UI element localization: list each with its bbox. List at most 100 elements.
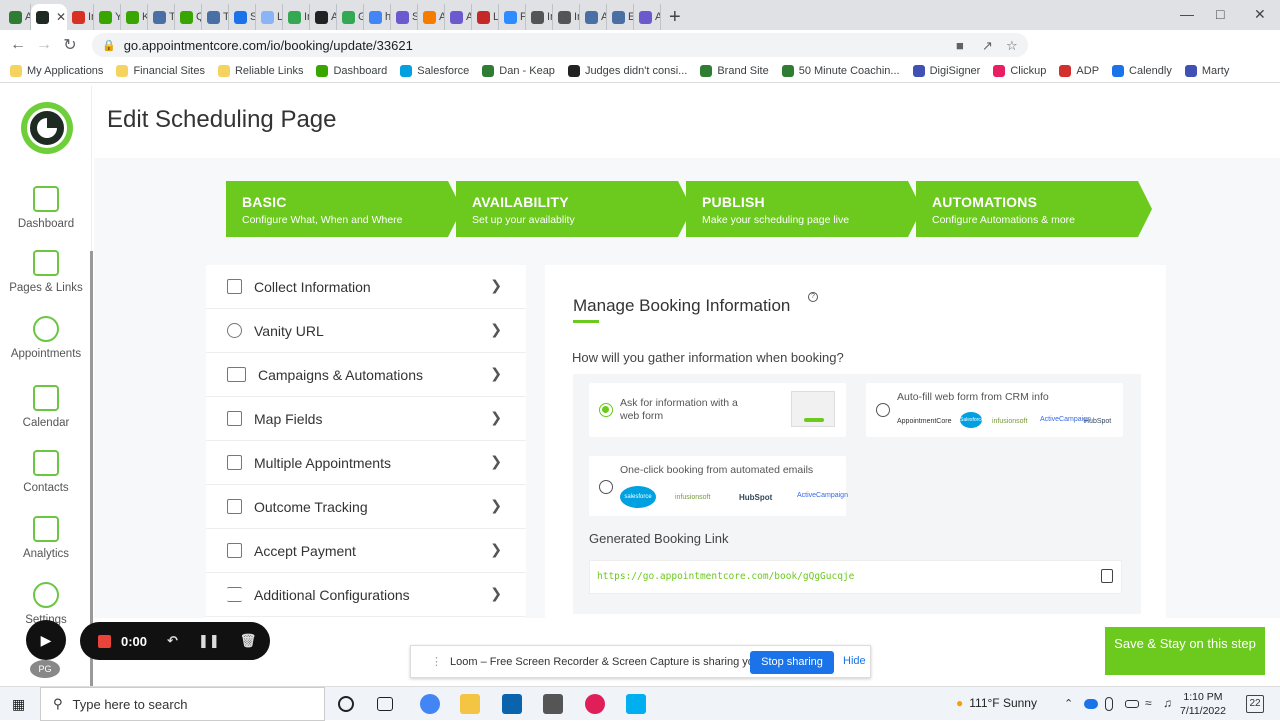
- browser-tab[interactable]: Ar: [418, 4, 445, 30]
- bookmark-item[interactable]: My Applications: [10, 64, 103, 77]
- sidebar-item-calendar[interactable]: Calendar: [0, 385, 92, 429]
- bookmark-item[interactable]: Dashboard: [316, 64, 387, 77]
- radio-crm-autofill[interactable]: [876, 403, 890, 417]
- menu-item-outcome-tracking[interactable]: Outcome Tracking ❯: [206, 485, 526, 529]
- menu-item-multiple-appointments[interactable]: Multiple Appointments ❯: [206, 441, 526, 485]
- bookmark-item[interactable]: 50 Minute Coachin...: [781, 64, 900, 77]
- browser-tab[interactable]: Th: [148, 4, 175, 30]
- notification-icon[interactable]: 22: [1246, 695, 1264, 713]
- back-icon[interactable]: ←: [5, 36, 31, 54]
- slack-icon[interactable]: [585, 694, 605, 714]
- close-window-icon[interactable]: ✕: [1254, 6, 1266, 23]
- step-publish[interactable]: PUBLISH Make your scheduling page live: [686, 181, 922, 237]
- store-icon[interactable]: [543, 694, 563, 714]
- camera-bubble[interactable]: ▶: [26, 620, 66, 660]
- browser-tab[interactable]: Ar: [634, 4, 661, 30]
- outlook-icon[interactable]: [502, 694, 522, 714]
- sidebar-item-dashboard[interactable]: Dashboard: [0, 186, 92, 230]
- menu-item-additional-configurations[interactable]: Additional Configurations ❯: [206, 573, 526, 617]
- browser-tab[interactable]: Th: [202, 4, 229, 30]
- menu-item-map-fields[interactable]: Map Fields ❯: [206, 397, 526, 441]
- close-tab-icon[interactable]: ✕: [56, 10, 66, 24]
- browser-tab[interactable]: Ap: [4, 4, 31, 30]
- browser-tab[interactable]: Sl: [391, 4, 418, 30]
- sidebar-item-contacts[interactable]: Contacts: [0, 450, 92, 494]
- bookmark-item[interactable]: DigiSigner: [912, 64, 980, 77]
- bookmark-item[interactable]: Calendly: [1112, 64, 1172, 77]
- battery-icon[interactable]: [1125, 700, 1139, 708]
- browser-tab[interactable]: Ar: [310, 4, 337, 30]
- wifi-icon[interactable]: ≈: [1145, 696, 1165, 716]
- sidebar-item-pages-links[interactable]: Pages & Links: [0, 250, 92, 294]
- browser-tab[interactable]: Le: [472, 4, 499, 30]
- onedrive-icon[interactable]: [1084, 699, 1098, 709]
- trash-icon[interactable]: 🗑: [240, 633, 257, 649]
- browser-tab[interactable]: ✕: [31, 4, 67, 30]
- share-icon[interactable]: ↗: [982, 38, 993, 54]
- browser-tab[interactable]: Ini: [67, 4, 94, 30]
- taskbar-clock[interactable]: 1:10 PM 7/11/2022: [1180, 690, 1226, 718]
- weather-widget[interactable]: ● 111°F Sunny: [956, 696, 1037, 710]
- option-one-click[interactable]: One-click booking from automated emails …: [589, 456, 848, 516]
- bookmark-item[interactable]: ADP: [1059, 64, 1099, 77]
- reload-icon[interactable]: ↻: [57, 35, 83, 55]
- browser-tab[interactable]: Ap: [580, 4, 607, 30]
- maximize-icon[interactable]: □: [1216, 6, 1224, 22]
- minimize-icon[interactable]: —: [1180, 6, 1194, 22]
- chrome-icon[interactable]: [420, 694, 440, 714]
- bookmark-item[interactable]: Clickup: [993, 64, 1046, 77]
- bookmark-item[interactable]: Dan - Keap: [482, 64, 555, 77]
- browser-tab[interactable]: Gc: [337, 4, 364, 30]
- radio-web-form[interactable]: [599, 403, 613, 417]
- address-bar[interactable]: 🔒 go.appointmentcore.com/io/booking/upda…: [92, 33, 1028, 57]
- stop-sharing-button[interactable]: Stop sharing: [750, 651, 834, 674]
- radio-one-click[interactable]: [599, 480, 613, 494]
- copy-icon[interactable]: [1101, 569, 1113, 583]
- forward-icon[interactable]: →: [31, 36, 57, 54]
- browser-tab[interactable]: Qu: [175, 4, 202, 30]
- save-stay-button[interactable]: Save & Stay on this step: [1105, 627, 1265, 675]
- bookmark-item[interactable]: Salesforce: [400, 64, 469, 77]
- browser-tab[interactable]: Yo: [94, 4, 121, 30]
- sidebar-item-appointments[interactable]: Appointments: [0, 316, 92, 360]
- cortana-icon[interactable]: [338, 696, 354, 712]
- browser-tab[interactable]: Ke: [121, 4, 148, 30]
- drag-handle-icon[interactable]: ⋮: [431, 655, 442, 668]
- taskbar-search[interactable]: ⚲ Type here to search: [40, 687, 325, 721]
- browser-tab[interactable]: Ini: [283, 4, 310, 30]
- browser-tab[interactable]: Se: [229, 4, 256, 30]
- avatar[interactable]: PG: [30, 660, 60, 678]
- step-basic[interactable]: BASIC Configure What, When and Where: [226, 181, 462, 237]
- bookmark-item[interactable]: Marty: [1184, 64, 1229, 77]
- option-crm-autofill[interactable]: Auto-fill web form from CRM info Appoint…: [866, 383, 1123, 437]
- browser-tab[interactable]: ho: [364, 4, 391, 30]
- microphone-icon[interactable]: [1105, 697, 1113, 711]
- bookmark-item[interactable]: Reliable Links: [217, 64, 303, 77]
- option-web-form[interactable]: Ask for information with a web form: [589, 383, 846, 437]
- undo-icon[interactable]: ↶: [167, 633, 178, 649]
- new-tab-icon[interactable]: +: [669, 4, 681, 30]
- step-availability[interactable]: AVAILABILITY Set up your availablity: [456, 181, 692, 237]
- bookmark-item[interactable]: Brand Site: [700, 64, 769, 77]
- browser-tab[interactable]: Ar: [445, 4, 472, 30]
- file-explorer-icon[interactable]: [460, 694, 480, 714]
- step-automations[interactable]: AUTOMATIONS Configure Automations & more: [916, 181, 1152, 237]
- browser-tab[interactable]: Ini: [526, 4, 553, 30]
- menu-item-vanity-url[interactable]: Vanity URL ❯: [206, 309, 526, 353]
- appointmentcore-logo[interactable]: [21, 102, 73, 154]
- menu-item-collect-information[interactable]: Collect Information ❯: [206, 265, 526, 309]
- task-view-icon[interactable]: [377, 697, 393, 711]
- help-icon[interactable]: ?: [808, 292, 818, 302]
- menu-item-campaigns-automations[interactable]: Campaigns & Automations ❯: [206, 353, 526, 397]
- menu-item-accept-payment[interactable]: Accept Payment ❯: [206, 529, 526, 573]
- browser-tab[interactable]: Pc: [499, 4, 526, 30]
- hide-button[interactable]: Hide: [843, 655, 866, 667]
- camera-icon[interactable]: ■: [956, 38, 964, 53]
- bookmark-item[interactable]: Financial Sites: [116, 64, 205, 77]
- stop-record-icon[interactable]: [98, 634, 111, 648]
- bookmark-star-icon[interactable]: ☆: [1006, 38, 1018, 54]
- pause-icon[interactable]: ❚❚: [198, 633, 220, 649]
- sidebar-item-analytics[interactable]: Analytics: [0, 516, 92, 560]
- windows-start-icon[interactable]: ▦: [12, 696, 25, 713]
- browser-tab[interactable]: Ini: [553, 4, 580, 30]
